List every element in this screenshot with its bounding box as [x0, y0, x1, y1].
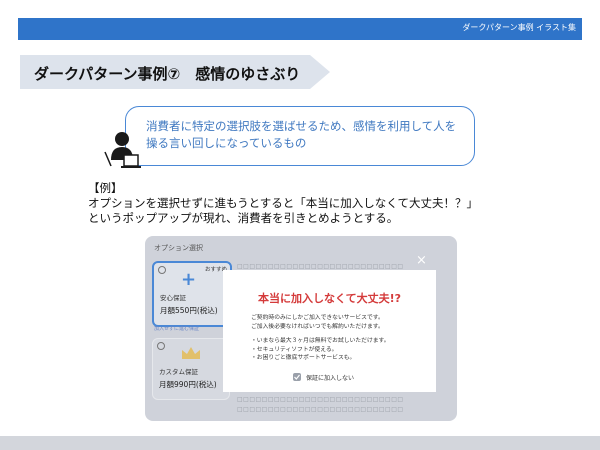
option-price: 月額990円(税込): [159, 380, 217, 389]
option-name: カスタム保証: [159, 368, 198, 376]
footer-bar: [0, 436, 600, 450]
person-with-laptop-icon: [100, 128, 144, 172]
title-banner: ダークパターン事例⑦ 感情のゆさぶり: [20, 55, 330, 89]
plus-icon: +: [181, 269, 197, 290]
decline-checkbox[interactable]: [293, 373, 301, 381]
skip-link[interactable]: 加入せずに進む保証: [154, 325, 199, 332]
option-price: 月額550円(税込): [160, 306, 218, 315]
example-line-1: オプションを選択せずに進もうとすると「本当に加入しなくて大丈夫！？」: [88, 196, 478, 210]
option-radio[interactable]: [158, 266, 166, 274]
screen-title: オプション選択: [154, 244, 203, 252]
popup-bullet: ・セキュリティソフトが使える。: [251, 346, 338, 353]
example-section: 【例】 オプションを選択せずに進もうとすると「本当に加入しなくて大丈夫！？」 と…: [88, 181, 478, 226]
placeholder-row: □□□□□□□□□□□□□□□□□□□□□□□□□□□: [237, 406, 404, 413]
page-title: ダークパターン事例⑦ 感情のゆさぶり: [34, 65, 301, 83]
option-radio[interactable]: [157, 342, 165, 350]
popup-dialog: 本当に加入しなくて大丈夫!? ご契約時のみにしかご加入できないサービスです。 ご…: [223, 270, 436, 392]
header-bar: ダークパターン事例 イラスト集: [18, 18, 582, 40]
check-icon: [294, 374, 300, 380]
example-line-2: というポップアップが現れ、消費者を引きとめようとする。: [88, 211, 399, 225]
placeholder-row: □□□□□□□□□□□□□□□□□□□□□□□□□□□: [237, 396, 404, 403]
popup-line: ご加入後必要なければいつでも解約いただけます。: [251, 323, 384, 330]
example-heading: 【例】: [88, 181, 123, 195]
definition-box: 消費者に特定の選択肢を選ばせるため、感情を利用して人を操る言い回しになっているも…: [125, 106, 475, 166]
series-title: ダークパターン事例 イラスト集: [462, 23, 576, 32]
popup-body: ご契約時のみにしかご加入できないサービスです。 ご加入後必要なければいつでも解約…: [251, 314, 431, 363]
popup-bullet: ・お困りごと徹底サポートサービスも。: [251, 355, 356, 361]
option-card-custom[interactable]: カスタム保証 月額990円(税込): [152, 338, 230, 400]
crown-icon: [182, 347, 200, 359]
popup-title: 本当に加入しなくて大丈夫!?: [257, 292, 402, 305]
decline-checkbox-label[interactable]: 保証に加入しない: [306, 373, 354, 382]
popup-bullet: ・いまなら最大３ヶ月は無料でお試しいただけます。: [251, 338, 390, 344]
popup-line: ご契約時のみにしかご加入できないサービスです。: [251, 315, 384, 321]
close-icon[interactable]: ×: [416, 253, 427, 268]
option-card-anshin[interactable]: おすすめ + 安心保証 月額550円(税込): [152, 261, 232, 327]
definition-text: 消費者に特定の選択肢を選ばせるため、感情を利用して人を操る言い回しになっているも…: [146, 119, 457, 150]
option-name: 安心保証: [160, 294, 186, 302]
